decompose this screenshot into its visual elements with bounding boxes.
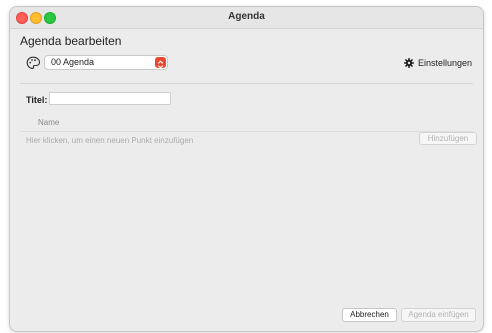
column-header-name: Name (38, 118, 60, 127)
settings-button[interactable]: Einstellungen (403, 58, 472, 68)
insert-agenda-button[interactable]: Agenda einfügen (401, 308, 476, 322)
gear-icon (403, 58, 414, 68)
palette-icon (26, 56, 40, 69)
chevron-updown-icon (155, 57, 166, 69)
agenda-template-value: 00 Agenda (51, 57, 95, 67)
agenda-window: Agenda Agenda bearbeiten 00 Agenda Einst… (9, 6, 484, 332)
title-bar: Agenda (10, 7, 483, 29)
window-title: Agenda (228, 11, 265, 22)
divider (20, 83, 473, 84)
title-label: Titel: (26, 95, 48, 105)
add-button[interactable]: Hinzufügen (419, 132, 477, 145)
agenda-template-select[interactable]: 00 Agenda (44, 55, 168, 70)
settings-label: Einstellungen (417, 58, 472, 68)
dialog-heading: Agenda bearbeiten (20, 34, 122, 48)
column-header-divider (20, 131, 473, 132)
title-input[interactable] (49, 92, 171, 105)
cancel-button[interactable]: Abbrechen (342, 308, 397, 322)
add-item-hint[interactable]: Hier klicken, um einen neuen Punkt einzu… (26, 136, 193, 145)
